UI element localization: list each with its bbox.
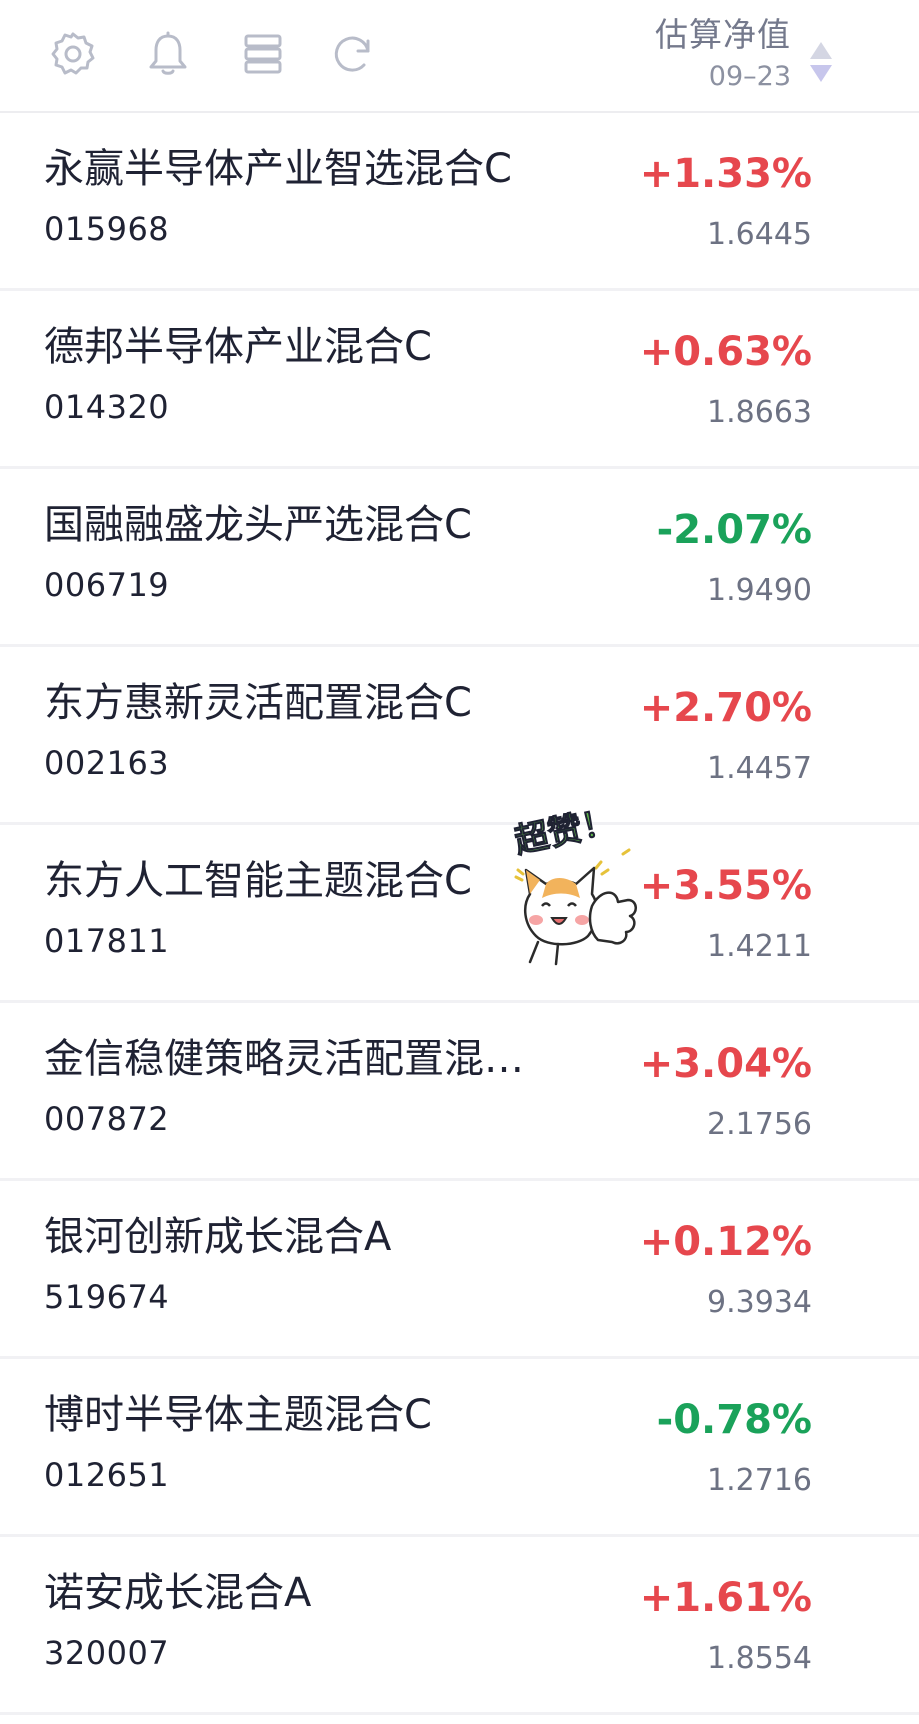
fund-change-percent: +2.70%	[639, 685, 812, 731]
fund-code: 320007	[44, 1634, 170, 1672]
fund-row[interactable]: 银河创新成长混合A 519674 +0.12% 9.3934	[0, 1181, 919, 1359]
fund-name: 德邦半导体产业混合C	[44, 324, 432, 370]
fund-code: 002163	[44, 744, 170, 782]
fund-change-percent: +3.04%	[639, 1041, 812, 1087]
fund-nav-value: 1.4457	[707, 751, 812, 786]
fund-change-percent: +3.55%	[639, 863, 812, 909]
fund-change-percent: +0.12%	[639, 1219, 812, 1265]
fund-row[interactable]: 国融融盛龙头严选混合C 006719 -2.07% 1.9490	[0, 469, 919, 647]
fund-nav-value: 1.9490	[707, 573, 812, 608]
fund-change-percent: -2.07%	[656, 507, 812, 553]
fund-nav-value: 1.4211	[707, 929, 812, 964]
fund-name: 博时半导体主题混合C	[44, 1392, 432, 1438]
fund-code: 012651	[44, 1456, 170, 1494]
sort-icon[interactable]	[808, 40, 834, 86]
fund-row[interactable]: 诺安成长混合A 320007 +1.61% 1.8554	[0, 1537, 919, 1715]
fund-code: 014320	[44, 388, 170, 426]
fund-nav-value: 1.6445	[707, 217, 812, 252]
fund-nav-value: 1.2716	[707, 1463, 812, 1498]
bell-icon[interactable]	[145, 31, 191, 77]
top-toolbar: 估算净值 09–23	[0, 0, 919, 113]
refresh-icon[interactable]	[330, 31, 376, 77]
fund-name: 银河创新成长混合A	[44, 1214, 392, 1260]
estimated-nav-column-header[interactable]: 估算净值 09–23	[655, 14, 791, 94]
fund-nav-value: 9.3934	[707, 1285, 812, 1320]
fund-code: 015968	[44, 210, 170, 248]
fund-name: 金信稳健策略灵活配置混…	[44, 1036, 524, 1082]
column-date: 09–23	[708, 61, 791, 92]
settings-icon[interactable]	[50, 31, 96, 77]
fund-code: 017811	[44, 922, 170, 960]
fund-list: 永赢半导体产业智选混合C 015968 +1.33% 1.6445 德邦半导体产业混合C…	[0, 113, 919, 1715]
fund-name: 东方人工智能主题混合C	[44, 858, 472, 904]
fund-name: 国融融盛龙头严选混合C	[44, 502, 472, 548]
fund-nav-value: 2.1756	[707, 1107, 812, 1142]
fund-nav-value: 1.8554	[707, 1641, 812, 1676]
fund-change-percent: +1.61%	[639, 1575, 812, 1621]
fund-change-percent: +1.33%	[639, 151, 812, 197]
list-icon[interactable]	[240, 31, 286, 77]
fund-row[interactable]: 德邦半导体产业混合C 014320 +0.63% 1.8663	[0, 291, 919, 469]
fund-nav-value: 1.8663	[707, 395, 812, 430]
fund-change-percent: +0.63%	[639, 329, 812, 375]
fund-name: 永赢半导体产业智选混合C	[44, 146, 512, 192]
fund-change-percent: -0.78%	[656, 1397, 812, 1443]
column-title: 估算净值	[655, 15, 791, 54]
fund-row[interactable]: 东方惠新灵活配置混合C 002163 +2.70% 1.4457	[0, 647, 919, 825]
fund-name: 东方惠新灵活配置混合C	[44, 680, 472, 726]
fund-code: 006719	[44, 566, 170, 604]
fund-row[interactable]: 永赢半导体产业智选混合C 015968 +1.33% 1.6445	[0, 113, 919, 291]
fund-row[interactable]: 博时半导体主题混合C 012651 -0.78% 1.2716	[0, 1359, 919, 1537]
fund-code: 519674	[44, 1278, 170, 1316]
fund-name: 诺安成长混合A	[44, 1570, 312, 1616]
fund-row[interactable]: 金信稳健策略灵活配置混… 007872 +3.04% 2.1756	[0, 1003, 919, 1181]
fund-row[interactable]: 东方人工智能主题混合C 017811 +3.55% 1.4211	[0, 825, 919, 1003]
fund-code: 007872	[44, 1100, 170, 1138]
